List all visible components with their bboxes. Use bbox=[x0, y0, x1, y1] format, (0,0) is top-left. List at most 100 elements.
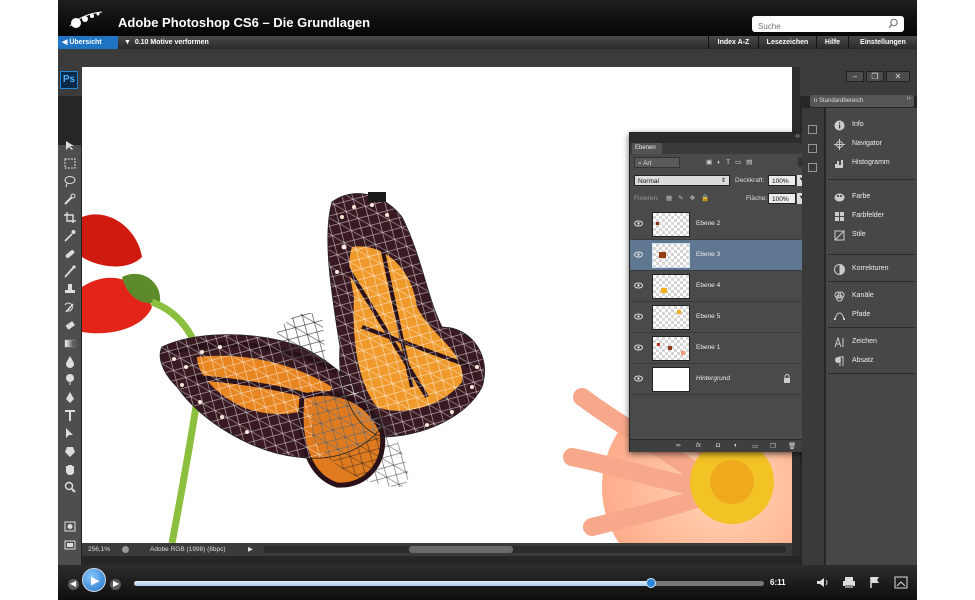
overview-button[interactable]: ◀ Übersicht bbox=[58, 36, 118, 49]
panel-character[interactable]: Zeichen bbox=[834, 335, 914, 349]
workspace-select[interactable]: n Standardbereich bbox=[810, 95, 914, 107]
visibility-eye-icon[interactable] bbox=[634, 251, 643, 258]
layer-thumbnail bbox=[652, 305, 690, 330]
new-group-icon[interactable]: ▭ bbox=[752, 442, 758, 450]
delete-layer-icon[interactable]: 🗑 bbox=[788, 442, 796, 450]
restore-icon[interactable]: ❐ bbox=[866, 71, 884, 82]
blur-tool-icon[interactable] bbox=[63, 355, 77, 368]
previous-button[interactable]: ◀ bbox=[68, 579, 79, 590]
layer-row-ebene-3[interactable]: Ebene 3 bbox=[630, 240, 803, 271]
panel-swatches[interactable]: Farbfelder bbox=[834, 209, 914, 223]
search-input[interactable] bbox=[752, 18, 880, 35]
visibility-eye-icon[interactable] bbox=[634, 220, 643, 227]
play-button[interactable]: ▶ bbox=[82, 568, 106, 592]
search-icon[interactable] bbox=[888, 18, 899, 29]
visibility-eye-icon[interactable] bbox=[634, 282, 643, 289]
crop-tool-icon[interactable] bbox=[63, 211, 77, 224]
flag-icon[interactable] bbox=[868, 576, 882, 589]
type-tool-icon[interactable] bbox=[63, 409, 77, 422]
current-chapter[interactable]: ▼ 0.10 Motive verformen bbox=[124, 36, 209, 49]
index-button[interactable]: Index A-Z bbox=[708, 36, 758, 49]
fullscreen-icon[interactable] bbox=[894, 576, 908, 589]
blend-mode-select[interactable]: Normal ⇕ bbox=[634, 175, 730, 186]
help-button[interactable]: Hilfe bbox=[816, 36, 848, 49]
timeline-scrubber[interactable] bbox=[645, 578, 656, 588]
new-layer-icon[interactable]: ❐ bbox=[770, 442, 776, 450]
move-tool-icon[interactable] bbox=[63, 139, 77, 152]
lock-label: Fixieren: bbox=[634, 195, 659, 202]
layer-row-hintergrund[interactable]: Hintergrund bbox=[630, 364, 803, 395]
gradient-tool-icon[interactable] bbox=[63, 337, 77, 350]
screen-mode-icon[interactable] bbox=[63, 538, 77, 551]
quick-mask-icon[interactable] bbox=[63, 520, 77, 533]
add-mask-icon[interactable]: ◘ bbox=[716, 442, 720, 449]
volume-icon[interactable] bbox=[816, 576, 830, 589]
close-icon[interactable]: ✕ bbox=[886, 71, 910, 82]
brand-logo-icon bbox=[69, 11, 103, 28]
photoshop-workspace: Ps – ❐ ✕ n Standardbereich 256,1% Adobe … bbox=[58, 49, 917, 600]
minimize-icon[interactable]: – bbox=[846, 71, 864, 82]
dock-icon[interactable] bbox=[808, 163, 817, 172]
opacity-input[interactable]: 100% bbox=[768, 175, 796, 186]
dock-icon[interactable] bbox=[808, 125, 817, 134]
panel-navigator[interactable]: Navigator bbox=[834, 137, 914, 151]
layer-filter-icons[interactable]: ▣◐T▭▤ bbox=[706, 158, 757, 166]
lock-options-icons[interactable]: ▦✎✥🔒 bbox=[666, 194, 715, 202]
next-button[interactable]: ▶ bbox=[110, 579, 121, 590]
layers-footer: ∞ fx ◘ ◐ ▭ ❐ 🗑 bbox=[630, 439, 810, 452]
dodge-tool-icon[interactable] bbox=[63, 373, 77, 386]
horizontal-scrollbar[interactable] bbox=[264, 546, 786, 553]
eyedropper-tool-icon[interactable] bbox=[63, 229, 77, 242]
panel-info[interactable]: Info bbox=[834, 118, 914, 132]
hand-tool-icon[interactable] bbox=[63, 463, 77, 476]
collapse-dock-icon[interactable]: ›› bbox=[906, 95, 911, 102]
tab-layers[interactable]: Ebenen bbox=[632, 143, 662, 154]
visibility-eye-icon[interactable] bbox=[634, 313, 643, 320]
zoom-level[interactable]: 256,1% bbox=[88, 543, 110, 556]
link-layers-icon[interactable]: ∞ bbox=[676, 442, 681, 449]
panel-paragraph[interactable]: Absatz bbox=[834, 354, 914, 368]
play-icon: ▶ bbox=[91, 575, 100, 587]
layer-row-ebene-4[interactable]: Ebene 4 bbox=[630, 271, 803, 302]
adjustment-layer-icon[interactable]: ◐ bbox=[734, 442, 738, 449]
brush-tool-icon[interactable] bbox=[63, 265, 77, 278]
status-menu-arrow-icon[interactable]: ▶ bbox=[248, 543, 253, 556]
panel-histogram[interactable]: Histogramm bbox=[834, 156, 914, 170]
layer-row-ebene-5[interactable]: Ebene 5 bbox=[630, 302, 803, 333]
path-selection-tool-icon[interactable] bbox=[63, 427, 77, 440]
horizontal-scroll-thumb[interactable] bbox=[409, 546, 513, 553]
layer-filter-select[interactable]: ⌕ Art bbox=[634, 157, 680, 168]
layers-panel-titlebar[interactable]: ‹‹ bbox=[630, 133, 810, 143]
visibility-eye-icon[interactable] bbox=[634, 344, 643, 351]
panel-paths[interactable]: Pfade bbox=[834, 308, 914, 322]
healing-brush-tool-icon[interactable] bbox=[63, 247, 77, 260]
fill-input[interactable]: 100% bbox=[768, 193, 796, 204]
timeline-progress bbox=[134, 581, 651, 586]
lasso-tool-icon[interactable] bbox=[63, 175, 77, 188]
bookmarks-button[interactable]: Lesezeichen bbox=[758, 36, 816, 49]
collapse-panel-icon[interactable]: ‹‹ bbox=[795, 133, 800, 140]
visibility-eye-icon[interactable] bbox=[634, 375, 643, 382]
video-timeline[interactable] bbox=[134, 578, 764, 588]
panel-channels[interactable]: Kanäle bbox=[834, 289, 914, 303]
quick-selection-tool-icon[interactable] bbox=[63, 193, 77, 206]
fill-label: Fläche: bbox=[746, 195, 768, 202]
eraser-tool-icon[interactable] bbox=[63, 319, 77, 332]
clone-stamp-tool-icon[interactable] bbox=[63, 283, 77, 296]
dock-icon[interactable] bbox=[808, 144, 817, 153]
status-info-icon[interactable] bbox=[122, 546, 129, 553]
zoom-tool-icon[interactable] bbox=[63, 481, 77, 494]
marquee-tool-icon[interactable] bbox=[63, 157, 77, 170]
shape-tool-icon[interactable] bbox=[63, 445, 77, 458]
pen-tool-icon[interactable] bbox=[63, 391, 77, 404]
panel-styles[interactable]: Stile bbox=[834, 228, 914, 242]
layer-row-ebene-2[interactable]: Ebene 2 bbox=[630, 209, 803, 240]
layer-row-ebene-1[interactable]: Ebene 1 bbox=[630, 333, 803, 364]
settings-button[interactable]: Einstellungen bbox=[848, 36, 917, 49]
print-icon[interactable] bbox=[842, 576, 856, 589]
panel-adjustments[interactable]: Korrekturen bbox=[834, 262, 914, 276]
history-brush-tool-icon[interactable] bbox=[63, 301, 77, 314]
panel-color[interactable]: Farbe bbox=[834, 190, 914, 204]
layer-style-icon[interactable]: fx bbox=[696, 442, 701, 449]
search-box[interactable] bbox=[752, 16, 904, 35]
